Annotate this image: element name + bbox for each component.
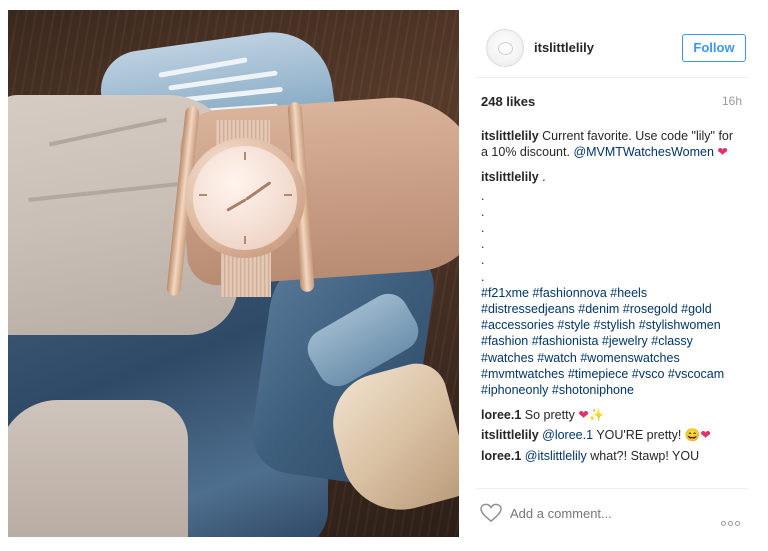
comment-input[interactable]: [510, 506, 700, 521]
heart-sparkle-emoji: ❤✨: [578, 408, 605, 423]
heart-emoji: ❤: [717, 145, 728, 160]
heart-outline-icon[interactable]: [480, 503, 502, 523]
list-item: itslittlelily .: [481, 169, 743, 185]
comment-bar: [476, 488, 748, 534]
mention-link[interactable]: @MVMTWatchesWomen: [573, 145, 714, 159]
dot-line: .: [481, 237, 485, 252]
follow-button[interactable]: Follow: [682, 34, 746, 62]
smile-heart-emoji: 😄❤: [684, 428, 711, 443]
hashtag-links[interactable]: #f21xme #fashionnova #heels #distressedj…: [481, 286, 724, 397]
dot: [735, 521, 740, 526]
caption-comment: itslittlelily Current favorite. Use code…: [481, 128, 743, 160]
more-options-icon[interactable]: [719, 513, 740, 531]
watch-marker: [244, 236, 246, 244]
comment-username[interactable]: itslittlelily: [481, 170, 539, 184]
comment-username[interactable]: loree.1: [481, 408, 521, 422]
comment-username[interactable]: itslittlelily: [481, 428, 539, 442]
dot-line: .: [481, 188, 485, 203]
mention-link[interactable]: @itslittlelily: [525, 449, 587, 463]
comment-username[interactable]: itslittlelily: [481, 129, 539, 143]
list-item: itslittlelily @loree.1 YOU'RE pretty! 😄❤: [481, 427, 743, 443]
mention-link[interactable]: @loree.1: [542, 428, 593, 442]
dot-line: .: [481, 269, 485, 284]
watch-marker: [199, 194, 207, 196]
username[interactable]: itslittlelily: [534, 40, 594, 55]
comments-list: itslittlelily Current favorite. Use code…: [481, 128, 743, 464]
watch-marker: [284, 194, 292, 196]
post-header: itslittlelily Follow: [476, 20, 748, 78]
comment-username[interactable]: loree.1: [481, 449, 521, 463]
avatar-image: [498, 42, 513, 55]
watch-marker: [244, 152, 246, 160]
instagram-post: itslittlelily Follow 248 likes 16h itsli…: [0, 0, 768, 551]
post-sidebar: itslittlelily Follow 248 likes 16h itsli…: [468, 10, 758, 537]
comment-text: what?! Stawp! YOU: [590, 448, 700, 463]
dot: [728, 521, 733, 526]
post-timestamp[interactable]: 16h: [722, 94, 742, 108]
likes-count[interactable]: 248 likes: [481, 94, 535, 109]
comment-text: So pretty: [524, 408, 575, 423]
dot-spacer: . . . . . .: [481, 188, 743, 285]
post-photo[interactable]: [8, 10, 459, 537]
post-meta: 248 likes 16h: [476, 86, 742, 109]
sweater-lower: [8, 400, 188, 537]
list-item: loree.1 So pretty ❤✨: [481, 407, 743, 423]
comment-text: YOU'RE pretty!: [596, 428, 682, 443]
dot-line: .: [481, 204, 485, 219]
comment-text: .: [542, 170, 546, 185]
avatar[interactable]: [486, 29, 524, 67]
dot-line: .: [481, 221, 485, 236]
dot-line: .: [481, 253, 485, 268]
dot: [721, 521, 726, 526]
list-item: loree.1 @itslittlelily what?! Stawp! YOU: [481, 448, 743, 464]
hashtag-block: #f21xme #fashionnova #heels #distressedj…: [481, 285, 743, 398]
